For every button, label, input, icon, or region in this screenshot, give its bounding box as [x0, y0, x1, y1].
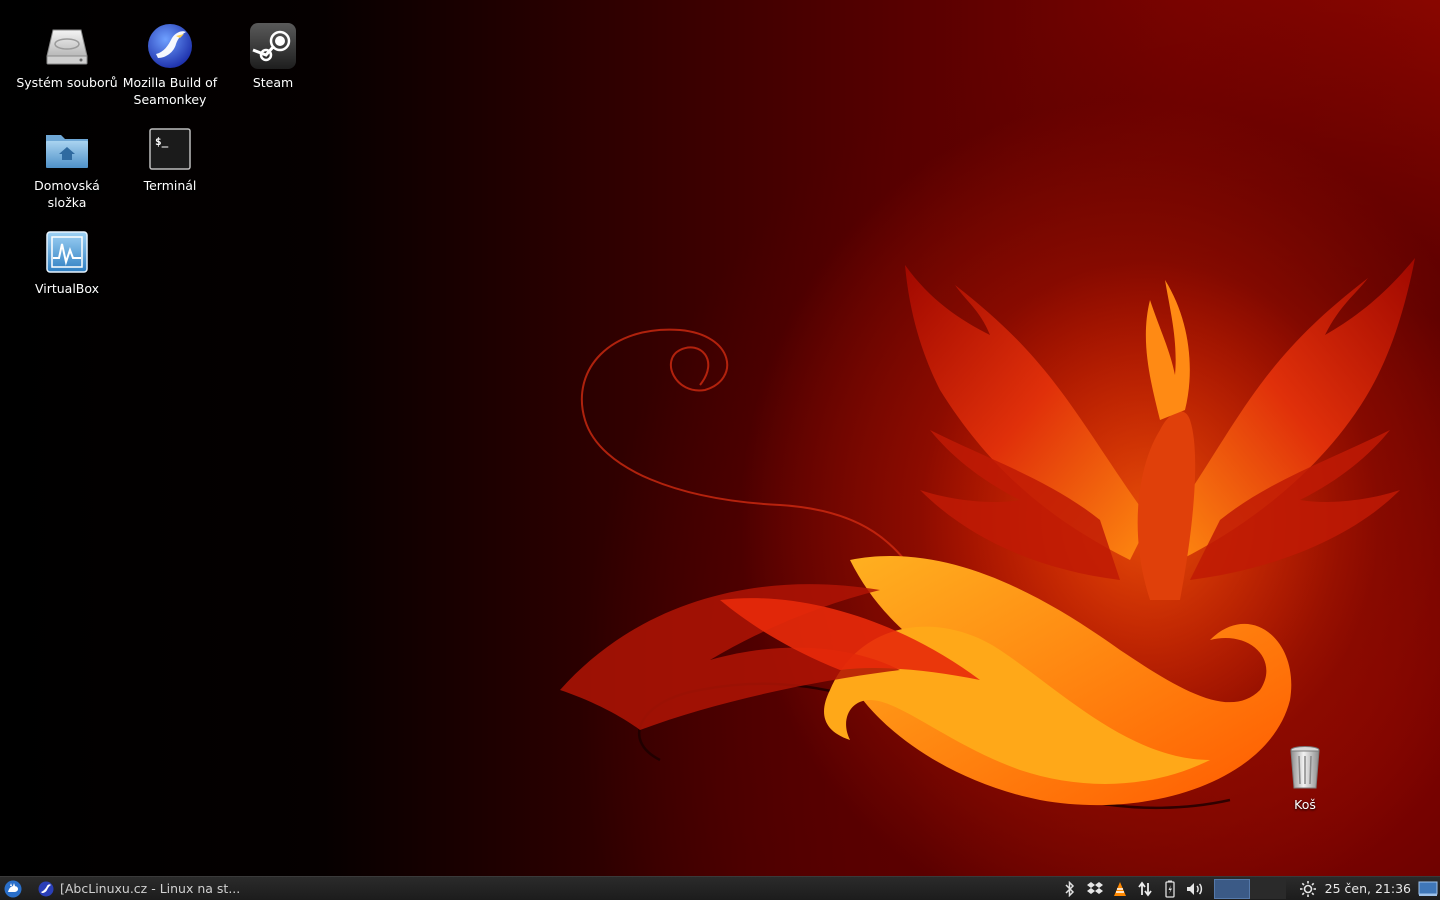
terminal-prompt: $_: [155, 135, 169, 148]
desktop-icon-label: Koš: [1294, 797, 1316, 812]
desktop-icon-label: Mozilla Build of Seamonkey: [122, 75, 218, 107]
desktop-icon-filesystem[interactable]: Systém souborů: [15, 22, 119, 91]
desktop-icon-label: Systém souborů: [16, 75, 118, 90]
workspace-switcher: [1213, 878, 1286, 899]
vlc-icon[interactable]: [1109, 879, 1131, 899]
dropbox-icon[interactable]: [1084, 879, 1106, 899]
desktop-icon-trash[interactable]: Koš: [1253, 744, 1357, 813]
show-desktop-icon: [1418, 881, 1438, 896]
bluetooth-icon[interactable]: [1059, 879, 1081, 899]
home-folder-icon: [46, 135, 88, 168]
terminal-icon: $_: [149, 128, 191, 170]
system-tray: 25 čen, 21:36: [1058, 877, 1440, 900]
desktop-icon-steam[interactable]: Steam: [221, 22, 325, 91]
steam-icon: [250, 23, 296, 69]
show-desktop-button[interactable]: [1417, 879, 1439, 899]
desktop-icon-seamonkey[interactable]: Mozilla Build of Seamonkey: [118, 22, 222, 108]
volume-icon[interactable]: [1184, 879, 1206, 899]
desktop-icon-virtualbox[interactable]: VirtualBox: [15, 228, 119, 297]
desktop-icon-terminal[interactable]: $_ Terminál: [118, 125, 222, 194]
clock[interactable]: 25 čen, 21:36: [1325, 881, 1411, 896]
taskbar-window-button[interactable]: [AbcLinuxu.cz - Linux na st...: [30, 877, 246, 900]
taskbar: [AbcLinuxu.cz - Linux na st... 25 čen, 2…: [0, 876, 1440, 900]
xfce-mouse-icon: [4, 880, 22, 897]
workspace-1[interactable]: [1213, 878, 1250, 899]
network-icon[interactable]: [1134, 879, 1156, 899]
virtualbox-icon: [46, 231, 88, 273]
taskbar-window-title: [AbcLinuxu.cz - Linux na st...: [60, 881, 241, 896]
sun-icon[interactable]: [1297, 879, 1319, 899]
applications-menu-button[interactable]: [0, 877, 26, 900]
desktop-icon-label: Terminál: [143, 178, 197, 193]
desktop-icon-home[interactable]: Domovská složka: [15, 125, 119, 211]
desktop-icon-label: Domovská složka: [34, 178, 100, 210]
workspace-2[interactable]: [1249, 878, 1286, 899]
seamonkey-icon: [38, 881, 54, 896]
trash-icon: [1290, 746, 1320, 789]
drive-icon: [46, 29, 88, 65]
desktop-icon-label: Steam: [252, 75, 294, 90]
seamonkey-icon: [148, 24, 192, 68]
desktop[interactable]: Systém souborů Mozilla Build of Seamonke…: [0, 0, 1440, 876]
desktop-icon-label: VirtualBox: [34, 281, 100, 296]
battery-icon[interactable]: [1159, 879, 1181, 899]
